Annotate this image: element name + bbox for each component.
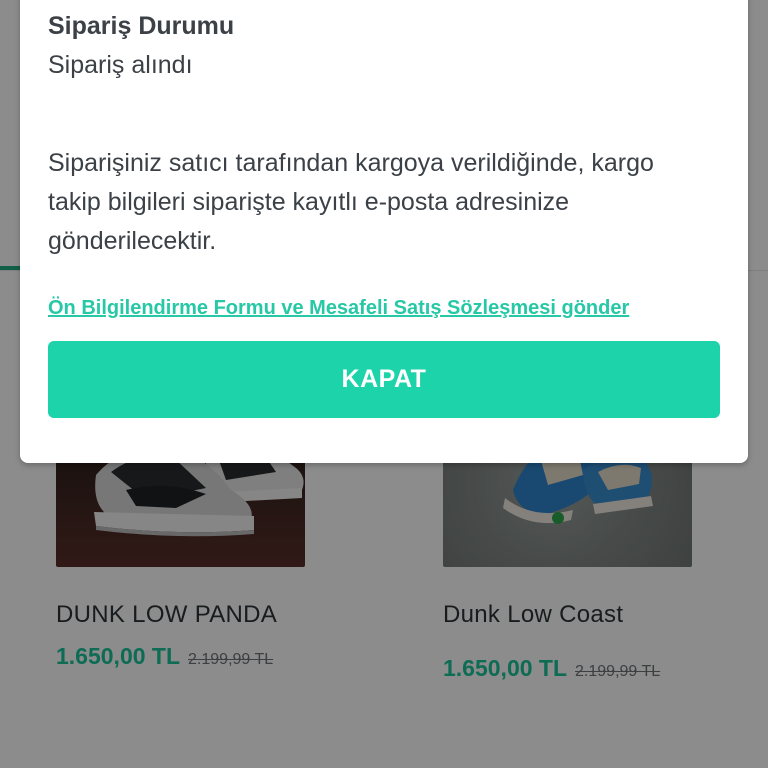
order-status-text: Sipariş alındı [48, 51, 193, 79]
order-status-dialog: Sipariş Durumu Sipariş alındı Siparişini… [20, 0, 748, 463]
send-agreement-link[interactable]: Ön Bilgilendirme Formu ve Mesafeli Satış… [48, 297, 629, 320]
dialog-message: Siparişiniz satıcı tarafından kargoya ve… [48, 149, 654, 255]
dialog-title: Sipariş Durumu [48, 12, 235, 40]
close-button[interactable]: KAPAT [48, 341, 720, 418]
